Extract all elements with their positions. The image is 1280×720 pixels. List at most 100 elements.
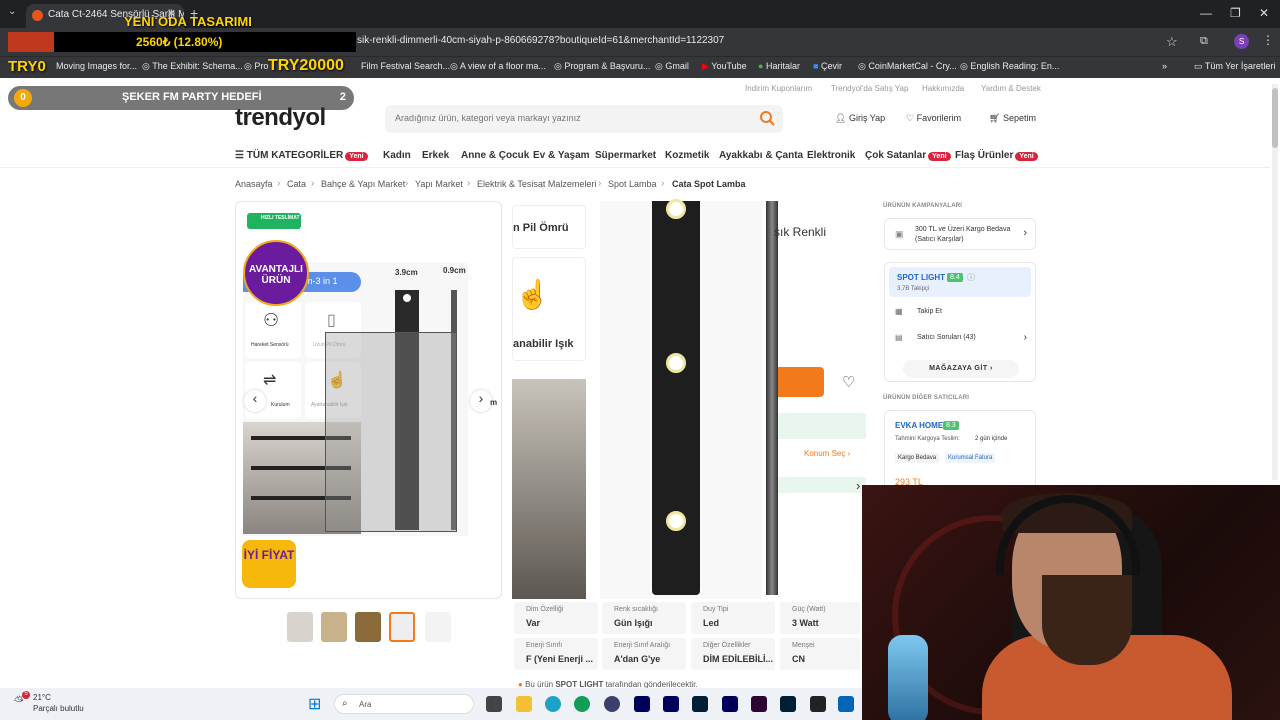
bookmark-item[interactable]: ● Haritalar <box>758 61 800 71</box>
info-icon[interactable]: ⓘ <box>967 272 975 283</box>
bookmark-item[interactable]: ◎ CoinMarketCal - Cry... <box>858 61 957 72</box>
seller-name[interactable]: SPOT LIGHT <box>897 273 945 282</box>
premiere-icon[interactable] <box>663 696 679 712</box>
star-icon[interactable]: ☆ <box>1166 34 1178 50</box>
bookmark-item[interactable]: ■ Çevir <box>813 61 842 71</box>
search-input[interactable] <box>395 113 745 123</box>
breadcrumb-item[interactable]: Yapı Market <box>415 179 463 189</box>
weather-desc[interactable]: Parçalı bulutlu <box>33 704 84 713</box>
next-image-button[interactable]: › <box>470 390 492 412</box>
all-bookmarks[interactable]: ▭ Tüm Yer İşaretleri <box>1194 61 1275 72</box>
animate-icon[interactable] <box>722 696 738 712</box>
nav-item[interactable]: Süpermarket <box>595 150 656 161</box>
webcam-overlay <box>862 485 1280 720</box>
capcut-icon[interactable] <box>810 696 826 712</box>
cart-button[interactable]: 🛒︎ Sepetim <box>989 113 1036 124</box>
top-link[interactable]: Yardım & Destek <box>981 84 1041 93</box>
outlook-icon[interactable] <box>838 696 854 712</box>
go-to-store-button[interactable]: MAĞAZAYA GİT › <box>903 360 1019 378</box>
bookmark-item[interactable]: ◎ Gmail <box>655 61 689 72</box>
search-box[interactable] <box>385 105 783 133</box>
seller-questions[interactable]: Satıcı Soruları (43) <box>917 334 976 341</box>
menu-icon[interactable]: ⋮ <box>1262 33 1274 47</box>
login-button[interactable]: 👤︎ Giriş Yap <box>835 113 885 124</box>
bookmark-item[interactable]: ▶ YouTube <box>702 61 747 72</box>
top-link[interactable]: Hakkımızda <box>922 84 964 93</box>
thumbnail-selected[interactable] <box>389 612 415 642</box>
top-link[interactable]: Trendyol'da Satış Yap <box>831 84 908 93</box>
heart-icon: ♡ <box>906 113 915 123</box>
extensions-icon[interactable]: ⧉ <box>1200 35 1208 48</box>
profile-avatar[interactable]: S <box>1234 34 1249 49</box>
top-link[interactable]: İndirim Kuponlarım <box>745 84 812 93</box>
obs-icon[interactable] <box>604 696 620 712</box>
nav-item[interactable]: Anne & Çocuk <box>461 150 529 161</box>
feature-card: ☝ anabilir Işık <box>512 257 586 361</box>
windows-start-icon[interactable]: ⊞ <box>308 694 321 714</box>
nav-item[interactable]: Kozmetik <box>665 150 709 161</box>
other-seller-name[interactable]: EVKA HOME <box>895 421 943 430</box>
nav-item[interactable]: Kadın <box>383 150 411 161</box>
photoshop-icon[interactable] <box>692 696 708 712</box>
all-categories-menu[interactable]: ☰ TÜM KATEGORİLER Yeni <box>235 150 368 161</box>
location-select[interactable]: Konum Seç › <box>804 449 850 458</box>
url-text[interactable]: sik-renkli-dimmerli-40cm-siyah-p-8606692… <box>357 35 724 46</box>
good-price-badge: İYİ FİYAT <box>242 540 296 588</box>
weather-badge: 5 <box>22 691 30 699</box>
chevron-right-icon: › <box>277 178 281 189</box>
bookmark-item[interactable]: ◎ Program & Başvuru... <box>554 61 650 72</box>
campaign-card[interactable]: ▣ 300 TL ve Üzeri Kargo Bedava (Satıcı K… <box>884 218 1036 250</box>
tab-list-icon[interactable]: ⌄ <box>8 6 16 17</box>
taskbar-search[interactable]: ⌕ Ara <box>334 694 474 714</box>
breadcrumb-item[interactable]: Elektrik & Tesisat Malzemeleri <box>477 179 596 189</box>
prev-image-button[interactable]: ‹ <box>244 390 266 412</box>
minimize-icon[interactable]: — <box>1200 6 1212 20</box>
favorite-heart-icon[interactable]: ♡ <box>842 373 855 391</box>
bookmark-item[interactable]: ◎ English Reading: En... <box>960 61 1059 72</box>
bookmark-item[interactable]: ◎ Pro <box>244 61 268 72</box>
site-logo[interactable]: trendyol <box>235 104 326 132</box>
file-explorer-icon[interactable] <box>516 696 532 712</box>
scrollbar[interactable] <box>1272 84 1278 480</box>
weather-temp[interactable]: 21°C <box>33 693 51 702</box>
task-view-icon[interactable] <box>486 696 502 712</box>
zoom-lamp <box>652 199 700 595</box>
nav-item[interactable]: Erkek <box>422 150 449 161</box>
search-icon[interactable] <box>759 110 775 126</box>
seller-header[interactable]: SPOT LIGHT 8.4 ⓘ 3,7B Takipçi <box>889 267 1031 297</box>
nav-item[interactable]: Ev & Yaşam <box>533 150 590 161</box>
thumbnail[interactable] <box>425 612 451 642</box>
nav-item[interactable]: Çok Satanlar Yeni <box>865 150 951 161</box>
restore-icon[interactable]: ❐ <box>1230 6 1241 20</box>
bookmark-item[interactable]: Moving Images for... <box>56 61 137 71</box>
thumbnail[interactable] <box>355 612 381 642</box>
thumbnail[interactable] <box>321 612 347 642</box>
breadcrumb-item[interactable]: Cata <box>287 179 306 189</box>
other-seller-card[interactable]: EVKA HOME 8.3 Tahmini Kargoya Teslim: 2 … <box>884 410 1036 490</box>
follow-button[interactable]: Takip Et <box>917 308 942 315</box>
lightroom-icon[interactable] <box>780 696 796 712</box>
bookmark-item[interactable]: ◎ The Exhibit: Schema... <box>142 61 243 72</box>
chrome-icon[interactable] <box>574 696 590 712</box>
nav-item[interactable]: Flaş Ürünler Yeni <box>955 150 1038 161</box>
breadcrumb-item[interactable]: Anasayfa <box>235 179 273 189</box>
bookmark-item[interactable]: ◎ A view of a floor ma... <box>450 61 546 72</box>
chevron-more-icon[interactable]: » <box>1162 61 1167 71</box>
nav-item[interactable]: Elektronik <box>807 150 855 161</box>
thumbnail[interactable] <box>287 612 313 642</box>
cart-icon: 🛒︎ <box>989 113 1001 123</box>
character-animator-icon[interactable] <box>751 696 767 712</box>
seller-score: 8.4 <box>947 273 963 282</box>
edge-icon[interactable] <box>545 696 561 712</box>
nav-item[interactable]: Ayakkabı & Çanta <box>719 150 803 161</box>
chevron-right-icon[interactable]: › <box>856 478 860 493</box>
after-effects-icon[interactable] <box>634 696 650 712</box>
breadcrumb-item[interactable]: Spot Lamba <box>608 179 657 189</box>
bookmark-item[interactable]: Film Festival Search... <box>361 61 450 71</box>
chat-icon: ▤ <box>895 333 903 342</box>
close-window-icon[interactable]: ✕ <box>1259 6 1269 20</box>
favorites-button[interactable]: ♡ Favorilerim <box>906 113 961 124</box>
breadcrumb-item[interactable]: Bahçe & Yapı Market <box>321 179 405 189</box>
add-to-cart-button[interactable] <box>778 367 824 397</box>
zoom-lens[interactable] <box>325 332 457 532</box>
